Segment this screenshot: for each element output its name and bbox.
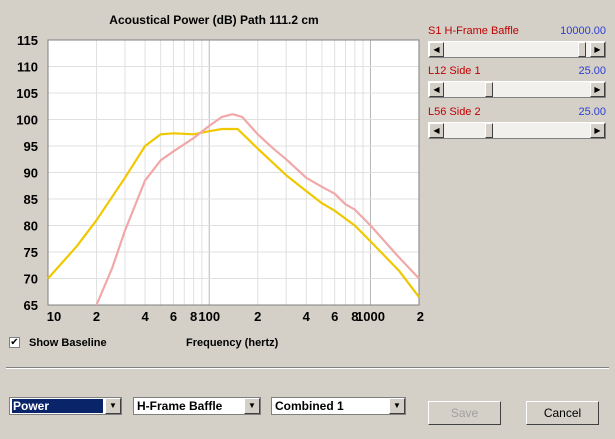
x-tick-label: 6 [331, 309, 338, 324]
x-tick-label: 2 [417, 309, 424, 324]
x-tick-label: 4 [141, 309, 149, 324]
param-s1-scrollbar[interactable]: ◀ ▶ [428, 41, 606, 58]
y-tick-label: 95 [24, 139, 38, 154]
scroll-right-icon[interactable]: ▶ [590, 123, 605, 138]
config-select-value: Combined 1 [275, 399, 344, 413]
param-l56-thumb[interactable] [485, 123, 494, 138]
chevron-down-icon[interactable]: ▼ [105, 398, 121, 414]
x-tick-label: 4 [303, 309, 311, 324]
param-s1-thumb[interactable] [577, 42, 586, 57]
speaker-select[interactable]: H-Frame Baffle ▼ [133, 397, 261, 415]
scroll-right-icon[interactable]: ▶ [590, 42, 605, 57]
cancel-button[interactable]: Cancel [526, 401, 599, 425]
checkmark-icon: ✔ [10, 337, 19, 348]
scroll-left-icon[interactable]: ◀ [429, 42, 444, 57]
mode-select[interactable]: Power ▼ [9, 397, 122, 415]
speaker-select-value: H-Frame Baffle [137, 399, 223, 413]
param-s1-value: 10000.00 [560, 25, 606, 37]
x-tick-label: 1000 [356, 309, 385, 324]
y-tick-label: 80 [24, 219, 38, 234]
show-baseline-label[interactable]: Show Baseline [29, 337, 107, 349]
param-l12-label: L12 Side 1 [428, 65, 481, 77]
scroll-left-icon[interactable]: ◀ [429, 82, 444, 97]
y-tick-label: 90 [24, 166, 38, 181]
y-tick-label: 100 [16, 113, 38, 128]
x-tick-label: 10 [47, 309, 61, 324]
param-l56-value: 25.00 [578, 106, 606, 118]
param-l12-value: 25.00 [578, 65, 606, 77]
scroll-left-icon[interactable]: ◀ [429, 123, 444, 138]
param-l12: L12 Side 1 25.00 ◀ ▶ [428, 65, 608, 99]
param-l12-thumb[interactable] [485, 82, 494, 97]
x-tick-label: 2 [254, 309, 261, 324]
x-tick-label: 8 [190, 309, 197, 324]
x-tick-label: 2 [93, 309, 100, 324]
param-l56: L56 Side 2 25.00 ◀ ▶ [428, 106, 608, 140]
mode-select-value: Power [12, 399, 103, 413]
scroll-right-icon[interactable]: ▶ [590, 82, 605, 97]
y-tick-label: 85 [24, 192, 38, 207]
x-tick-label: 100 [198, 309, 220, 324]
y-tick-label: 110 [17, 60, 38, 75]
save-button[interactable]: Save [428, 401, 501, 425]
acoustic-power-chart: 1151101051009590858075706510 2 4 6 8 100 2 4 6 81… [16, 33, 424, 324]
plot-title: Acoustical Power (dB) Path 111.2 cm [109, 13, 319, 27]
x-axis-label: Frequency (hertz) [186, 337, 279, 349]
param-l56-scrollbar[interactable]: ◀ ▶ [428, 122, 606, 139]
chevron-down-icon[interactable]: ▼ [389, 398, 405, 414]
param-l12-scrollbar[interactable]: ◀ ▶ [428, 81, 606, 98]
y-tick-label: 70 [24, 272, 38, 287]
param-s1-label: S1 H-Frame Baffle [428, 25, 519, 37]
y-tick-label: 75 [24, 245, 38, 260]
show-baseline-checkbox[interactable]: ✔ [9, 337, 20, 348]
y-tick-label: 105 [16, 86, 38, 101]
param-l56-label: L56 Side 2 [428, 106, 481, 118]
x-tick-label: 6 [170, 309, 177, 324]
y-tick-label: 65 [24, 298, 38, 313]
separator [6, 367, 609, 369]
config-select[interactable]: Combined 1 ▼ [271, 397, 406, 415]
chevron-down-icon[interactable]: ▼ [244, 398, 260, 414]
param-s1: S1 H-Frame Baffle 10000.00 ◀ ▶ [428, 25, 608, 59]
y-tick-label: 115 [17, 33, 38, 48]
